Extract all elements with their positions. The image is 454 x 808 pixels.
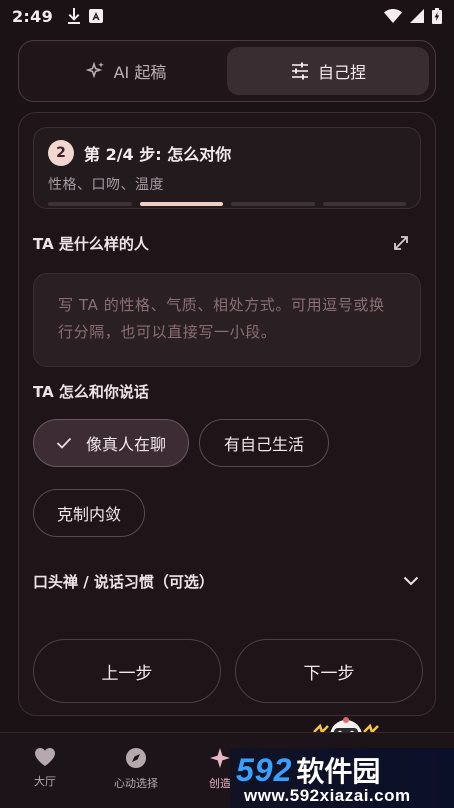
tab-manual-label: 自己捏 <box>317 63 366 82</box>
option-chip-realistic[interactable]: 像真人在聊 <box>33 419 189 467</box>
expand-button[interactable] <box>391 233 413 255</box>
expand-icon <box>391 233 411 253</box>
editor-card: 2 第 2/4 步: 怎么对你 性格、口吻、温度 TA 是什么样的人 写 TA … <box>18 112 436 716</box>
sparkle-icon <box>209 747 231 769</box>
battery-icon <box>432 8 442 24</box>
progress-segment <box>139 202 223 206</box>
nav-item-label: 创造 <box>209 777 231 790</box>
catchphrase-label: 口头禅 / 说话习惯（可选） <box>33 572 214 591</box>
watermark-number: 592 <box>236 752 293 788</box>
step-indicator: 2 第 2/4 步: 怎么对你 性格、口吻、温度 <box>33 127 421 209</box>
watermark-name: 软件园 <box>296 756 381 787</box>
tab-ai-draft[interactable]: AI 起稿 <box>25 47 227 95</box>
mode-switch: AI 起稿 自己捏 <box>18 40 436 102</box>
tab-ai-draft-label: AI 起稿 <box>113 63 167 82</box>
step-progress <box>48 202 406 206</box>
progress-segment <box>231 202 315 206</box>
sparkle-icon <box>85 61 106 81</box>
option-label: 像真人在聊 <box>85 435 166 454</box>
option-label: 克制内敛 <box>56 505 121 524</box>
step-title: 第 2/4 步: 怎么对你 <box>84 145 232 164</box>
status-bar: 2:49 <box>0 0 454 32</box>
prev-step-button[interactable]: 上一步 <box>33 639 221 703</box>
option-chip-own-life[interactable]: 有自己生活 <box>199 419 329 467</box>
progress-segment <box>48 202 132 206</box>
download-icon <box>67 8 81 24</box>
compass-icon <box>125 747 147 769</box>
next-step-button[interactable]: 下一步 <box>235 639 423 703</box>
nav-item-lobby[interactable]: 大厅 <box>5 747 85 789</box>
step-subtitle: 性格、口吻、温度 <box>48 177 164 193</box>
personality-label: TA 是什么样的人 <box>33 235 149 253</box>
nav-item-label: 心动选择 <box>114 777 158 790</box>
option-chip-reserved[interactable]: 克制内敛 <box>33 489 145 537</box>
app-notification-icon <box>89 9 103 23</box>
wifi-icon <box>384 9 402 23</box>
nav-item-label: 大厅 <box>34 775 56 788</box>
site-watermark: 592 软件园 www.592xiazai.com <box>230 748 454 808</box>
step-number-badge: 2 <box>48 140 74 166</box>
catchphrase-toggle[interactable]: 口头禅 / 说话习惯（可选） <box>33 567 421 595</box>
check-icon <box>56 437 72 449</box>
sliders-icon <box>290 62 310 80</box>
option-label: 有自己生活 <box>223 435 304 454</box>
nav-item-heart-choice[interactable]: 心动选择 <box>96 747 176 791</box>
chevron-down-icon <box>403 576 419 586</box>
signal-icon <box>410 9 424 23</box>
speaking-label: TA 怎么和你说话 <box>33 383 149 401</box>
personality-textarea[interactable]: 写 TA 的性格、气质、相处方式。可用逗号或换行分隔，也可以直接写一小段。 <box>33 273 421 367</box>
status-time: 2:49 <box>12 6 53 26</box>
tab-manual[interactable]: 自己捏 <box>227 47 429 95</box>
watermark-url: www.592xiazai.com <box>244 786 411 805</box>
progress-segment <box>322 202 406 206</box>
heart-icon <box>34 747 56 767</box>
